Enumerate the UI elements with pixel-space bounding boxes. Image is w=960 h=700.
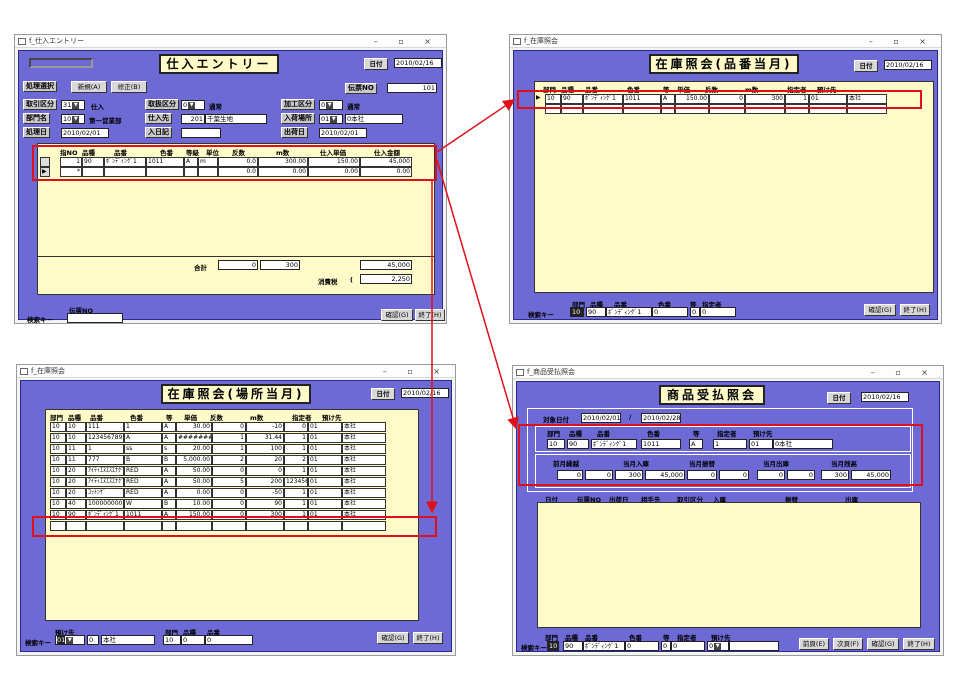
arrow-to-receipt-inquiry: [436, 159, 519, 430]
arrow-to-item-inquiry: [436, 99, 516, 153]
flow-arrows: [426, 99, 519, 514]
